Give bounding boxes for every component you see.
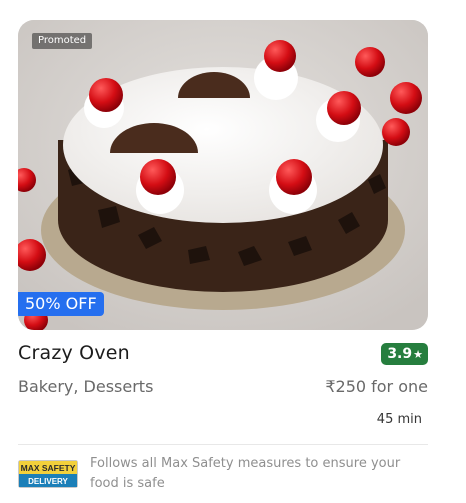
rating-badge: 3.9★ [381, 343, 428, 365]
promoted-tag: Promoted [32, 33, 93, 49]
svg-text:DELIVERY: DELIVERY [28, 477, 68, 486]
rating-value: 3.9 [387, 346, 413, 362]
max-safety-delivery-icon: MAX SAFETY DELIVERY [18, 460, 78, 488]
star-icon: ★ [413, 348, 423, 361]
offer-badge: 50% OFF [18, 292, 104, 316]
restaurant-name[interactable]: Crazy Oven [18, 342, 130, 364]
delivery-time: 45 min [376, 412, 422, 427]
cuisine-list: Bakery, Desserts [18, 377, 154, 396]
cake-photo [18, 20, 428, 330]
details-row: Bakery, Desserts ₹250 for one [18, 377, 428, 399]
title-row: Crazy Oven 3.9★ [18, 342, 428, 368]
svg-text:MAX SAFETY: MAX SAFETY [21, 463, 76, 473]
price-for-one: ₹250 for one [325, 377, 428, 396]
safety-info: MAX SAFETY DELIVERY Follows all Max Safe… [18, 454, 428, 494]
restaurant-image[interactable]: Promoted 50% OFF [18, 20, 428, 330]
safety-description: Follows all Max Safety measures to ensur… [90, 456, 401, 491]
restaurant-card[interactable]: Promoted 50% OFF Crazy Oven 3.9★ Bakery,… [18, 20, 428, 491]
divider [18, 444, 428, 445]
